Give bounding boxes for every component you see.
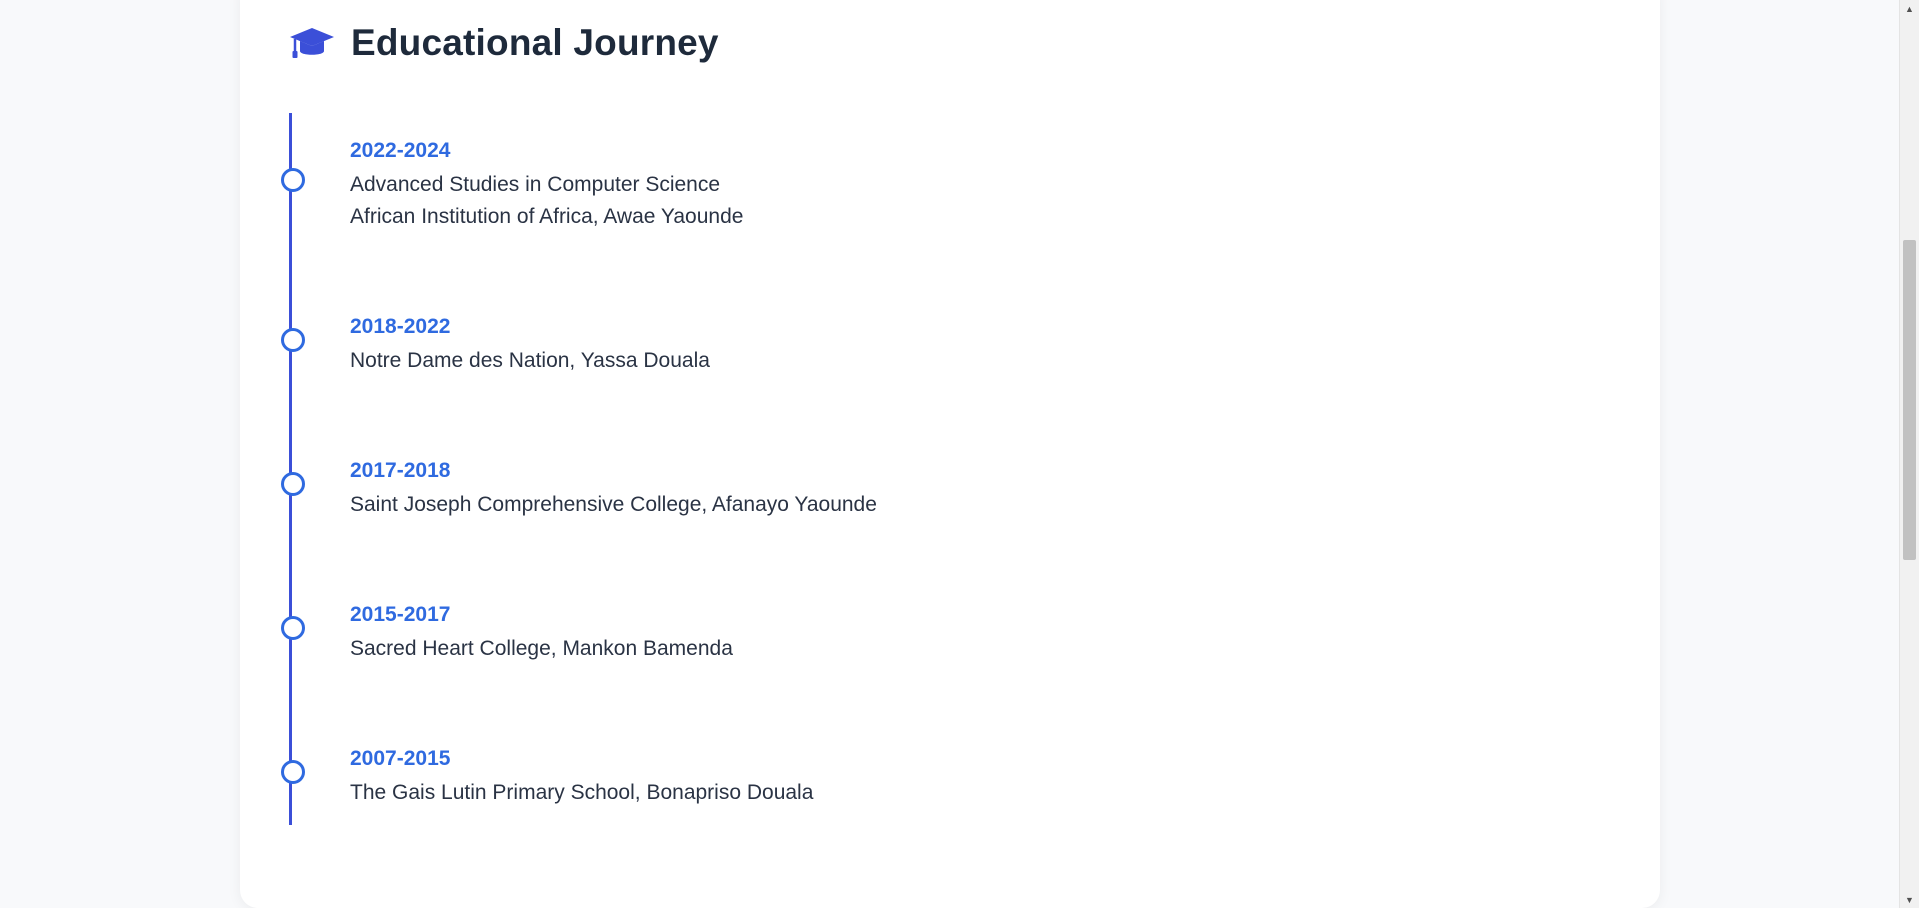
- timeline-item-period: 2017-2018: [350, 459, 451, 482]
- scroll-up-arrow-icon[interactable]: ▲: [1900, 0, 1919, 17]
- timeline-item-detail: Notre Dame des Nation, Yassa Douala: [350, 349, 710, 372]
- timeline-item-period: 2022-2024: [350, 139, 451, 162]
- timeline: 2022-2024 Advanced Studies in Computer Sc…: [0, 0, 1919, 908]
- timeline-item-detail: Saint Joseph Comprehensive College, Afan…: [350, 493, 877, 516]
- timeline-item-detail: Sacred Heart College, Mankon Bamenda: [350, 637, 733, 660]
- page: Educational Journey 2022-2024 Advanced St…: [0, 0, 1919, 908]
- timeline-item-detail: Advanced Studies in Computer Science: [350, 173, 721, 196]
- timeline-item-content: 2017-2018 Saint Joseph Comprehensive Coll…: [350, 457, 877, 521]
- vertical-scrollbar[interactable]: ▲ ▼: [1899, 0, 1919, 908]
- timeline-item-content: 2022-2024 Advanced Studies in Computer Sc…: [350, 137, 743, 233]
- timeline-item-content: 2007-2015 The Gais Lutin Primary School, …: [350, 745, 813, 809]
- timeline-item-detail: The Gais Lutin Primary School, Bonapriso…: [350, 781, 814, 804]
- scroll-thumb[interactable]: [1903, 240, 1916, 560]
- timeline-item-period: 2018-2022: [350, 315, 451, 338]
- timeline-item-period: 2015-2017: [350, 603, 451, 626]
- timeline-dot-icon: [281, 616, 305, 640]
- timeline-item-detail: African Institution of Africa, Awae Yaou…: [350, 205, 744, 228]
- timeline-item-content: 2015-2017 Sacred Heart College, Mankon Ba…: [350, 601, 733, 665]
- timeline-item-period: 2007-2015: [350, 747, 451, 770]
- timeline-line: [289, 113, 292, 825]
- timeline-dot-icon: [281, 168, 305, 192]
- scroll-down-arrow-icon[interactable]: ▼: [1900, 891, 1919, 908]
- timeline-item-content: 2018-2022 Notre Dame des Nation, Yassa Do…: [350, 313, 710, 377]
- timeline-dot-icon: [281, 472, 305, 496]
- timeline-dot-icon: [281, 328, 305, 352]
- timeline-dot-icon: [281, 760, 305, 784]
